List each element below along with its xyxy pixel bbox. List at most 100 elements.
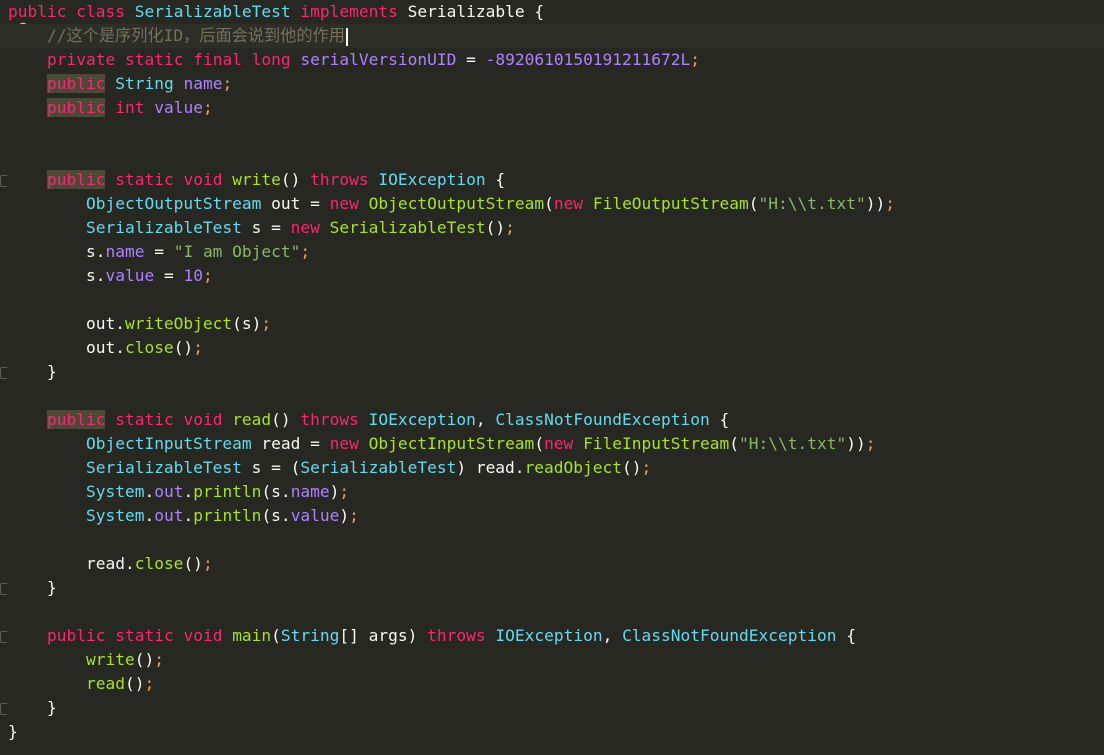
code-token: class — [76, 2, 125, 21]
code-token: ObjectInputStream — [368, 434, 535, 453]
code-token: public — [46, 74, 106, 93]
code-line[interactable]: public static void main(String[] args) t… — [8, 624, 856, 648]
code-token: = — [144, 242, 174, 261]
fold-marker-icon[interactable] — [0, 583, 7, 595]
code-token: out — [154, 506, 184, 525]
code-token: String — [280, 626, 340, 645]
code-line[interactable]: System.out.println(s.value); — [8, 504, 359, 528]
code-token: IOException — [495, 626, 603, 645]
code-line[interactable]: SerializableTest s = new SerializableTes… — [8, 216, 515, 240]
code-line[interactable]: write(); — [8, 648, 164, 672]
fold-marker-icon[interactable] — [0, 631, 7, 643]
code-token: value — [105, 266, 155, 285]
code-line[interactable]: public static void read() throws IOExcep… — [8, 408, 729, 432]
code-line[interactable]: read.close(); — [8, 552, 213, 576]
code-line[interactable]: } — [8, 576, 57, 600]
code-token: ; — [641, 458, 652, 477]
code-token: ; — [505, 218, 515, 237]
code-line[interactable]: out.close(); — [8, 336, 203, 360]
code-token: main — [232, 626, 272, 645]
code-token: ; — [885, 194, 895, 213]
code-line[interactable]: } — [8, 720, 18, 744]
code-token: = — [456, 50, 486, 69]
code-token: new — [329, 194, 359, 213]
code-token: ( — [271, 626, 281, 645]
code-line[interactable]: ObjectInputStream read = new ObjectInput… — [8, 432, 875, 456]
code-line[interactable]: s.name = "I am Object"; — [8, 240, 310, 264]
code-token: value — [154, 98, 203, 117]
code-token: ; — [193, 338, 203, 357]
text-cursor — [345, 27, 348, 46]
code-line[interactable]: public int value; — [8, 96, 213, 120]
code-line[interactable]: private static final long serialVersionU… — [8, 48, 700, 72]
code-line[interactable]: ObjectOutputStream out = new ObjectOutpu… — [8, 192, 895, 216]
code-token: name — [105, 242, 145, 261]
code-token: System — [85, 506, 145, 525]
code-token: ; — [144, 674, 155, 693]
code-token: readObject — [524, 458, 623, 477]
code-token: . — [183, 482, 194, 501]
code-token: () — [134, 650, 155, 669]
code-token: void — [183, 170, 223, 189]
code-token: ObjectOutputStream — [85, 194, 262, 213]
code-token: . — [144, 506, 155, 525]
code-token: ) — [329, 482, 340, 501]
code-token: ; — [300, 242, 311, 261]
code-editor[interactable]: public class SerializableTest implements… — [0, 0, 1104, 755]
code-token: } — [8, 362, 57, 381]
code-line[interactable]: out.writeObject(s); — [8, 312, 271, 336]
code-token: read = — [251, 434, 330, 453]
code-token: )) — [865, 194, 886, 213]
code-line[interactable]: } — [8, 696, 57, 720]
fold-marker-icon[interactable] — [0, 703, 7, 715]
fold-marker-icon[interactable] — [0, 175, 7, 187]
code-line[interactable]: SerializableTest s = (SerializableTest) … — [8, 456, 651, 480]
code-token: "H:\\t.txt" — [739, 434, 847, 453]
code-token: long — [251, 50, 291, 69]
code-line[interactable]: //这个是序列化ID，后面会说到他的作用 — [0, 24, 1104, 48]
code-token: FileInputStream — [583, 434, 730, 453]
code-token: out = — [261, 194, 330, 213]
code-token: implements — [300, 2, 398, 21]
code-token: throws — [300, 410, 359, 429]
code-token: )) — [846, 434, 866, 453]
code-line[interactable]: public static void write() throws IOExce… — [8, 168, 505, 192]
code-token: { — [836, 626, 856, 645]
code-line[interactable]: } — [8, 360, 57, 384]
code-token: ; — [202, 98, 213, 117]
code-line[interactable]: read(); — [8, 672, 154, 696]
code-token: } — [8, 698, 57, 717]
code-token: s = — [241, 218, 291, 237]
code-token: { — [524, 2, 545, 21]
code-line[interactable]: s.value = 10; — [8, 264, 213, 288]
code-token: ; — [202, 554, 213, 573]
code-token: Serializable — [407, 2, 525, 21]
code-token: new — [329, 434, 359, 453]
fold-marker-icon[interactable] — [0, 367, 7, 379]
code-token: String — [115, 74, 174, 93]
code-token: serialVersionUID — [300, 50, 457, 69]
code-line[interactable]: System.out.println(s.name); — [8, 480, 349, 504]
code-line[interactable]: public String name; — [8, 72, 232, 96]
code-token: ; — [261, 314, 272, 333]
code-token: private — [46, 50, 116, 69]
code-token: s = ( — [241, 458, 301, 477]
code-token: (s) — [232, 314, 262, 333]
code-token: () — [183, 554, 203, 573]
code-line[interactable]: public class SerializableTest implements… — [8, 0, 544, 24]
code-token: new — [290, 218, 320, 237]
